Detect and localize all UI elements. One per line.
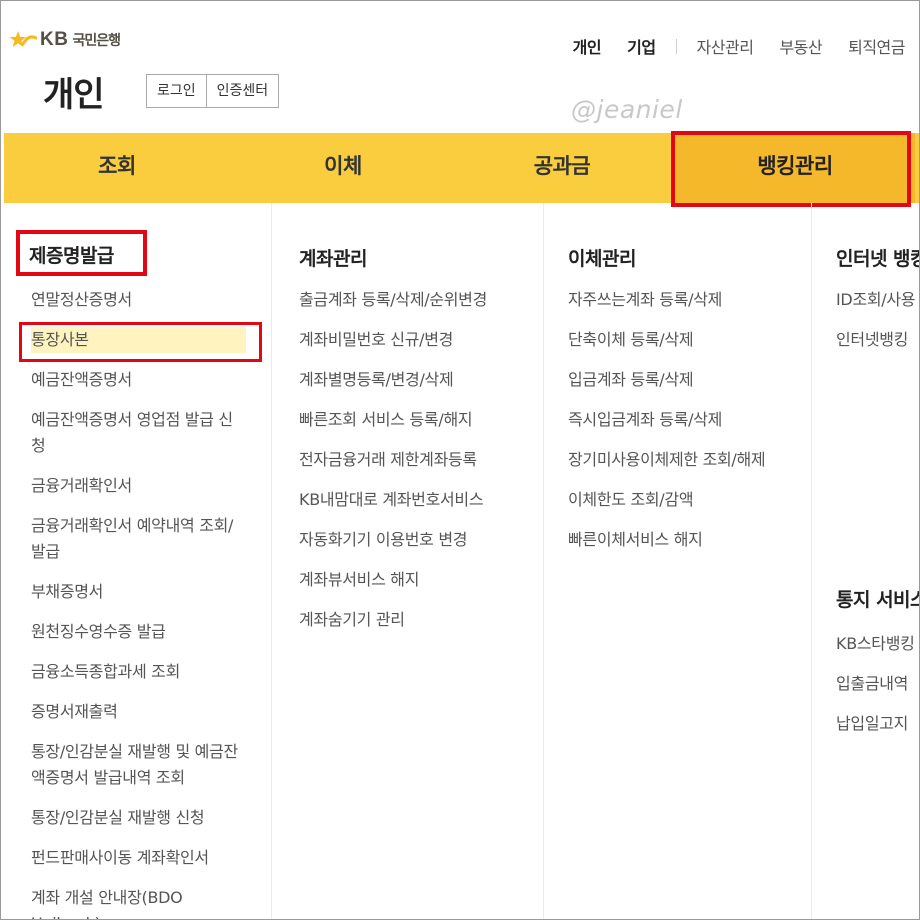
list-item[interactable]: 계좌숨기기 관리	[299, 607, 543, 633]
list-item[interactable]: 빠른이체서비스 해지	[568, 527, 811, 553]
kb-logo[interactable]: KB 국민은행	[7, 29, 121, 51]
list-item[interactable]: 증명서재출력	[31, 699, 246, 725]
certificates-list: 연말정산증명서 통장사본 예금잔액증명서 예금잔액증명서 영업점 발급 신청 금…	[31, 287, 246, 919]
login-button[interactable]: 로그인	[147, 75, 206, 107]
watermark: @jeaniel	[571, 95, 683, 124]
list-item[interactable]: 자동화기기 이용번호 변경	[299, 527, 543, 553]
page-title: 개인	[43, 75, 105, 115]
list-item[interactable]: KB내맘대로 계좌번호서비스	[299, 487, 543, 513]
list-item[interactable]: KB스타뱅킹	[836, 631, 919, 657]
column-divider	[543, 203, 544, 919]
nav-personal[interactable]: 개인	[573, 34, 602, 58]
nav-real-estate[interactable]: 부동산	[779, 34, 822, 58]
notification-service-heading[interactable]: 통지 서비스	[836, 585, 919, 612]
list-item[interactable]: 입금계좌 등록/삭제	[568, 367, 811, 393]
browser-frame: KB 국민은행 개인 기업 자산관리 부동산 퇴직연금 개인 로그인 인증센터 …	[0, 0, 920, 920]
list-item[interactable]: 통장/인감분실 재발행 신청	[31, 805, 246, 831]
list-item[interactable]: 부채증명서	[31, 579, 246, 605]
tab-transfer[interactable]: 이체	[230, 133, 456, 203]
list-item[interactable]: 빠른조회 서비스 등록/해지	[299, 407, 543, 433]
nav-business[interactable]: 기업	[627, 34, 656, 58]
kb-star-icon	[9, 31, 37, 47]
cert-center-button[interactable]: 인증센터	[205, 75, 279, 107]
transfer-management-list: 자주쓰는계좌 등록/삭제 단축이체 등록/삭제 입금계좌 등록/삭제 즉시입금계…	[568, 287, 811, 567]
list-item[interactable]: 예금잔액증명서 영업점 발급 신청	[31, 407, 246, 459]
internet-banking-heading[interactable]: 인터넷 뱅킹	[836, 244, 919, 271]
list-item[interactable]: 인터넷뱅킹	[836, 327, 919, 353]
logo-kb-text: KB	[40, 29, 69, 50]
tab-banking-management[interactable]: 뱅킹관리	[675, 133, 915, 203]
account-management-heading[interactable]: 계좌관리	[299, 244, 367, 271]
list-item[interactable]: 금융거래확인서 예약내역 조회/발급	[31, 513, 246, 565]
utility-nav: 개인 기업 자산관리 부동산 퇴직연금	[573, 34, 906, 58]
list-item[interactable]: 전자금융거래 제한계좌등록	[299, 447, 543, 473]
list-item[interactable]: 금융거래확인서	[31, 473, 246, 499]
list-item[interactable]: 계좌비밀번호 신규/변경	[299, 327, 543, 353]
list-item[interactable]: 출금계좌 등록/삭제/순위변경	[299, 287, 543, 313]
logo-bank-name: 국민은행	[72, 33, 121, 49]
tab-inquiry[interactable]: 조회	[4, 133, 230, 203]
nav-wealth[interactable]: 자산관리	[697, 34, 754, 58]
account-management-list: 출금계좌 등록/삭제/순위변경 계좌비밀번호 신규/변경 계좌별명등록/변경/삭…	[299, 287, 543, 647]
column-divider	[271, 203, 272, 919]
list-item[interactable]: 계좌별명등록/변경/삭제	[299, 367, 543, 393]
list-item[interactable]: 원천징수영수증 발급	[31, 619, 246, 645]
list-item[interactable]: 예금잔액증명서	[31, 367, 246, 393]
list-item[interactable]: 단축이체 등록/삭제	[568, 327, 811, 353]
list-item[interactable]: 이체한도 조회/감액	[568, 487, 811, 513]
list-item[interactable]: 금융소득종합과세 조회	[31, 659, 246, 685]
list-item-bankbook-copy[interactable]: 통장사본	[31, 327, 246, 353]
auth-buttons: 로그인 인증센터	[146, 74, 280, 108]
list-item[interactable]: ID조회/사용	[836, 287, 919, 313]
list-item[interactable]: 펀드판매사이동 계좌확인서	[31, 845, 246, 871]
internet-banking-list: ID조회/사용 인터넷뱅킹	[836, 287, 919, 367]
certificates-heading[interactable]: 제증명발급	[29, 241, 114, 268]
submenu-panel: 제증명발급 연말정산증명서 통장사본 예금잔액증명서 예금잔액증명서 영업점 발…	[1, 203, 919, 919]
list-item[interactable]: 즉시입금계좌 등록/삭제	[568, 407, 811, 433]
notification-service-list: KB스타뱅킹 입출금내역 납입일고지	[836, 631, 919, 751]
transfer-management-heading[interactable]: 이체관리	[568, 244, 636, 271]
nav-pension[interactable]: 퇴직연금	[848, 34, 905, 58]
list-item[interactable]: 계좌뷰서비스 해지	[299, 567, 543, 593]
main-menu-bar: 조회 이체 공과금 뱅킹관리	[4, 133, 919, 203]
list-item[interactable]: 자주쓰는계좌 등록/삭제	[568, 287, 811, 313]
list-item[interactable]: 계좌 개설 안내장(BDO Unibank)	[31, 885, 246, 919]
list-item[interactable]: 장기미사용이체제한 조회/해제	[568, 447, 811, 473]
list-item[interactable]: 납입일고지	[836, 711, 919, 737]
list-item[interactable]: 연말정산증명서	[31, 287, 246, 313]
list-item[interactable]: 통장/인감분실 재발행 및 예금잔액증명서 발급내역 조회	[31, 739, 246, 791]
list-item[interactable]: 입출금내역	[836, 671, 919, 697]
tab-utility-bills[interactable]: 공과금	[449, 133, 675, 203]
nav-separator	[675, 38, 677, 54]
submenu-column-internet-banking: 인터넷 뱅킹 ID조회/사용 인터넷뱅킹 통지 서비스 KB스타뱅킹 입출금내역…	[811, 203, 919, 919]
